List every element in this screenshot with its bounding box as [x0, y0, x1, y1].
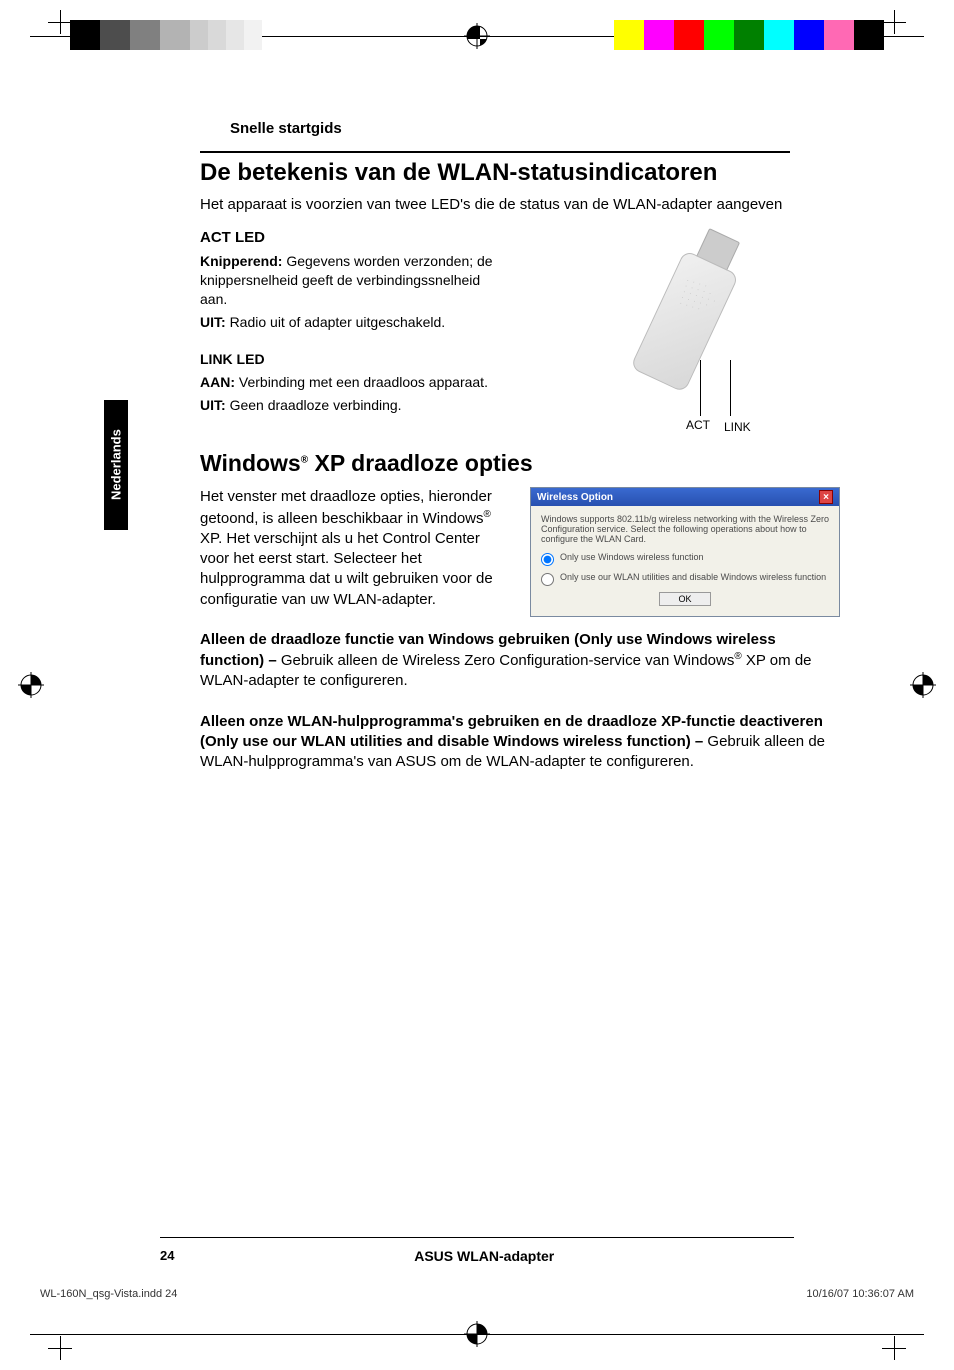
diagram-act-label: ACT — [686, 418, 710, 432]
act-blink-line: Knipperend: Gegevens worden verzonden; d… — [200, 252, 510, 309]
radio-label: Only use Windows wireless function — [560, 552, 704, 562]
radio-option-windows[interactable]: Only use Windows wireless function — [541, 552, 829, 566]
diagram-link-label: LINK — [724, 420, 751, 434]
option-b-paragraph: Alleen onze WLAN-hulpprogramma's gebruik… — [200, 712, 840, 773]
radio-input[interactable] — [541, 573, 554, 586]
adapter-illustration: · · · ·· · · · ·· · · · · ·· · · · ·· · … — [580, 222, 830, 442]
product-name: ASUS WLAN-adapter — [160, 1248, 794, 1264]
registration-cross-icon — [464, 1321, 490, 1347]
section2-heading: Windows® XP draadloze opties — [200, 450, 854, 477]
act-off-line: UIT: Radio uit of adapter uitgeschakeld. — [200, 313, 510, 332]
page-footer: 24 ASUS WLAN-adapter — [160, 1237, 794, 1264]
link-led-title: LINK LED — [200, 350, 510, 369]
job-filename: WL-160N_qsg-Vista.indd 24 — [40, 1288, 177, 1300]
section1-heading: De betekenis van de WLAN-statusindicator… — [200, 159, 854, 187]
wireless-option-dialog: Wireless Option × Windows supports 802.1… — [530, 487, 840, 617]
option-a-paragraph: Alleen de draadloze functie van Windows … — [200, 630, 840, 692]
registration-cross-icon — [464, 23, 490, 49]
radio-input[interactable] — [541, 553, 554, 566]
job-timestamp: 10/16/07 10:36:07 AM — [806, 1288, 914, 1300]
close-icon[interactable]: × — [819, 490, 833, 504]
ok-button[interactable]: OK — [659, 592, 710, 606]
page-body: Nederlands Snelle startgids De betekenis… — [60, 80, 894, 1290]
registration-cross-icon — [910, 672, 936, 698]
section-rule — [200, 151, 790, 153]
section1-intro: Het apparaat is voorzien van twee LED's … — [200, 195, 790, 215]
language-tab: Nederlands — [104, 400, 128, 530]
link-on-line: AAN: Verbinding met een draadloos appara… — [200, 373, 510, 392]
dialog-title: Wireless Option — [537, 492, 613, 503]
dialog-description: Windows supports 802.11b/g wireless netw… — [541, 514, 829, 544]
radio-label: Only use our WLAN utilities and disable … — [560, 572, 826, 582]
running-header: Snelle startgids — [230, 120, 854, 137]
registration-cross-icon — [18, 672, 44, 698]
section2-intro: Het venster met draadloze opties, hieron… — [200, 487, 500, 610]
page-number: 24 — [160, 1248, 174, 1263]
print-job-footer: WL-160N_qsg-Vista.indd 24 10/16/07 10:36… — [40, 1288, 914, 1300]
registration-bar-bottom — [0, 1318, 954, 1350]
link-off-line: UIT: Geen draadloze verbinding. — [200, 396, 510, 415]
radio-option-wlan-util[interactable]: Only use our WLAN utilities and disable … — [541, 572, 829, 586]
registration-bar-top — [0, 20, 954, 52]
